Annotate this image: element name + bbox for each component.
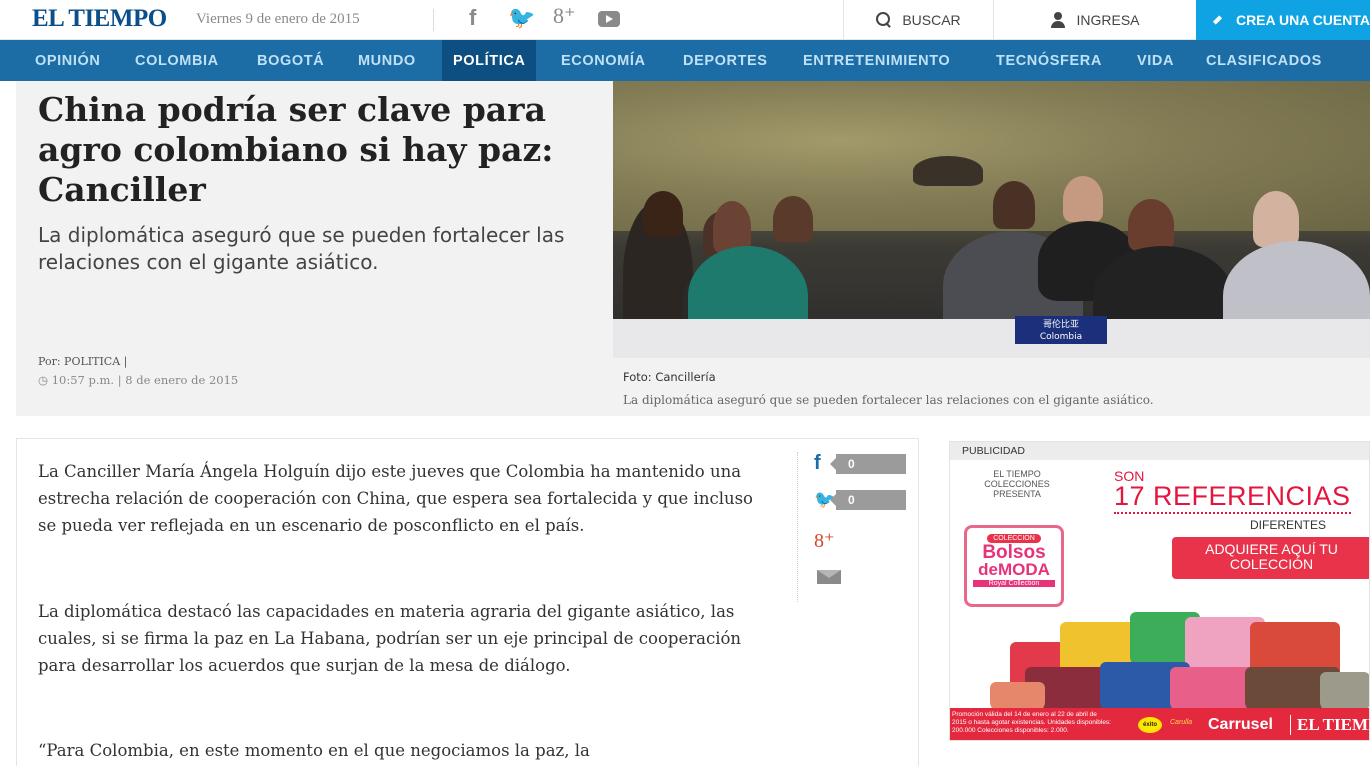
youtube-icon[interactable] [598, 11, 620, 27]
nav-item-economia[interactable]: ECONOMÍA [549, 40, 658, 81]
advertisement[interactable]: PUBLICIDAD EL TIEMPO COLECCIONES PRESENT… [949, 441, 1370, 741]
article-headline: China podría ser clave para agro colombi… [38, 90, 554, 209]
nav-item-politica[interactable]: POLÍTICA [442, 40, 537, 81]
login-button-label: INGRESA [1076, 12, 1140, 28]
nav-item-opinion[interactable]: OPINIÓN [23, 40, 112, 81]
nav-item-clasificados[interactable]: CLASIFICADOS [1194, 40, 1334, 81]
carulla-logo: Carulla [1170, 719, 1193, 726]
eltiempo-ad-logo: EL TIEMPO [1290, 715, 1369, 735]
share-divider [797, 452, 798, 602]
login-button[interactable]: INGRESA [993, 0, 1196, 40]
article-byline: Por: POLITICA | [38, 355, 128, 368]
article-subhead: La diplomática aseguró que se pueden for… [38, 223, 565, 274]
twitter-share-count: 0 [830, 490, 906, 510]
ad-bags-image [980, 572, 1369, 712]
carrusel-logo: Carrusel [1208, 716, 1273, 733]
email-share-icon[interactable] [817, 570, 841, 584]
main-nav: OPINIÓN COLOMBIA BOGOTÁ MUNDO POLÍTICA E… [0, 40, 1370, 81]
ad-label: PUBLICIDAD [950, 442, 1369, 460]
search-icon [876, 12, 892, 28]
divider [433, 9, 434, 31]
conference-table [613, 319, 1370, 358]
article-paragraph: La diplomática destacó las capacidades e… [38, 602, 742, 675]
nav-item-colombia[interactable]: COLOMBIA [123, 40, 231, 81]
current-date: Viernes 9 de enero de 2015 [196, 11, 360, 27]
photo-person [643, 191, 683, 237]
article-paragraph: La Canciller María Ángela Holguín dijo e… [38, 462, 753, 535]
photo-person [1253, 191, 1299, 247]
nav-item-deportes[interactable]: DEPORTES [671, 40, 780, 81]
bag [1320, 672, 1369, 712]
photo-person [993, 181, 1035, 229]
nav-item-vida[interactable]: VIDA [1125, 40, 1186, 81]
nav-item-mundo[interactable]: MUNDO [346, 40, 428, 81]
article-paragraph: “Para Colombia, en este momento en el qu… [38, 741, 590, 760]
photo-person [913, 156, 983, 186]
googleplus-icon[interactable]: 8⁺ [553, 3, 576, 29]
pencil-icon [1212, 15, 1223, 25]
facebook-share-button[interactable]: f0 [814, 452, 906, 475]
photo-person [773, 196, 813, 242]
nav-item-tecnosfera[interactable]: TECNÓSFERA [984, 40, 1114, 81]
photo-person [1063, 176, 1103, 222]
exito-logo: éxito [1138, 717, 1162, 733]
site-logo[interactable]: EL TIEMPO [32, 5, 167, 33]
create-account-label: CREA UNA CUENTA [1235, 12, 1370, 28]
top-bar: EL TIEMPO Viernes 9 de enero de 2015 f 🐦… [0, 0, 1370, 40]
nav-item-entretenimiento[interactable]: ENTRETENIMIENTO [791, 40, 962, 81]
placard-country: Colombia [1039, 332, 1083, 342]
twitter-icon[interactable]: 🐦 [508, 5, 535, 31]
ad-footer: Promoción válida del 14 de enero al 22 d… [950, 708, 1369, 740]
ad-different: DIFERENTES [1250, 518, 1327, 532]
ad-headline: 17 REFERENCIAS [1114, 481, 1351, 514]
photo-credit: Foto: Cancillería [623, 370, 716, 384]
googleplus-share-button[interactable]: 8⁺ [814, 528, 835, 553]
facebook-share-count: 0 [830, 453, 906, 474]
photo-person [1128, 199, 1174, 251]
twitter-share-button[interactable]: 🐦 0 [814, 490, 906, 510]
placard-chinese: 哥伦比亚 [1042, 320, 1079, 330]
ad-presenter: EL TIEMPO COLECCIONES PRESENTA [984, 469, 1050, 499]
ad-fine-print: Promoción válida del 14 de enero al 22 d… [952, 711, 1111, 734]
nav-item-bogota[interactable]: BOGOTÁ [245, 40, 336, 81]
article-photo[interactable]: 哥伦比亚 Colombia [613, 81, 1370, 358]
photo-caption: La diplomática aseguró que se pueden for… [623, 393, 1154, 407]
user-icon [1050, 12, 1066, 28]
article-timestamp: ◷ 10:57 p.m. | 8 de enero de 2015 [38, 373, 239, 387]
country-placard: 哥伦比亚 Colombia [1015, 316, 1107, 344]
search-button[interactable]: BUSCAR [843, 0, 993, 40]
search-button-label: BUSCAR [902, 12, 961, 28]
facebook-icon[interactable]: f [469, 5, 476, 31]
create-account-button[interactable]: CREA UNA CUENTA [1196, 0, 1370, 40]
